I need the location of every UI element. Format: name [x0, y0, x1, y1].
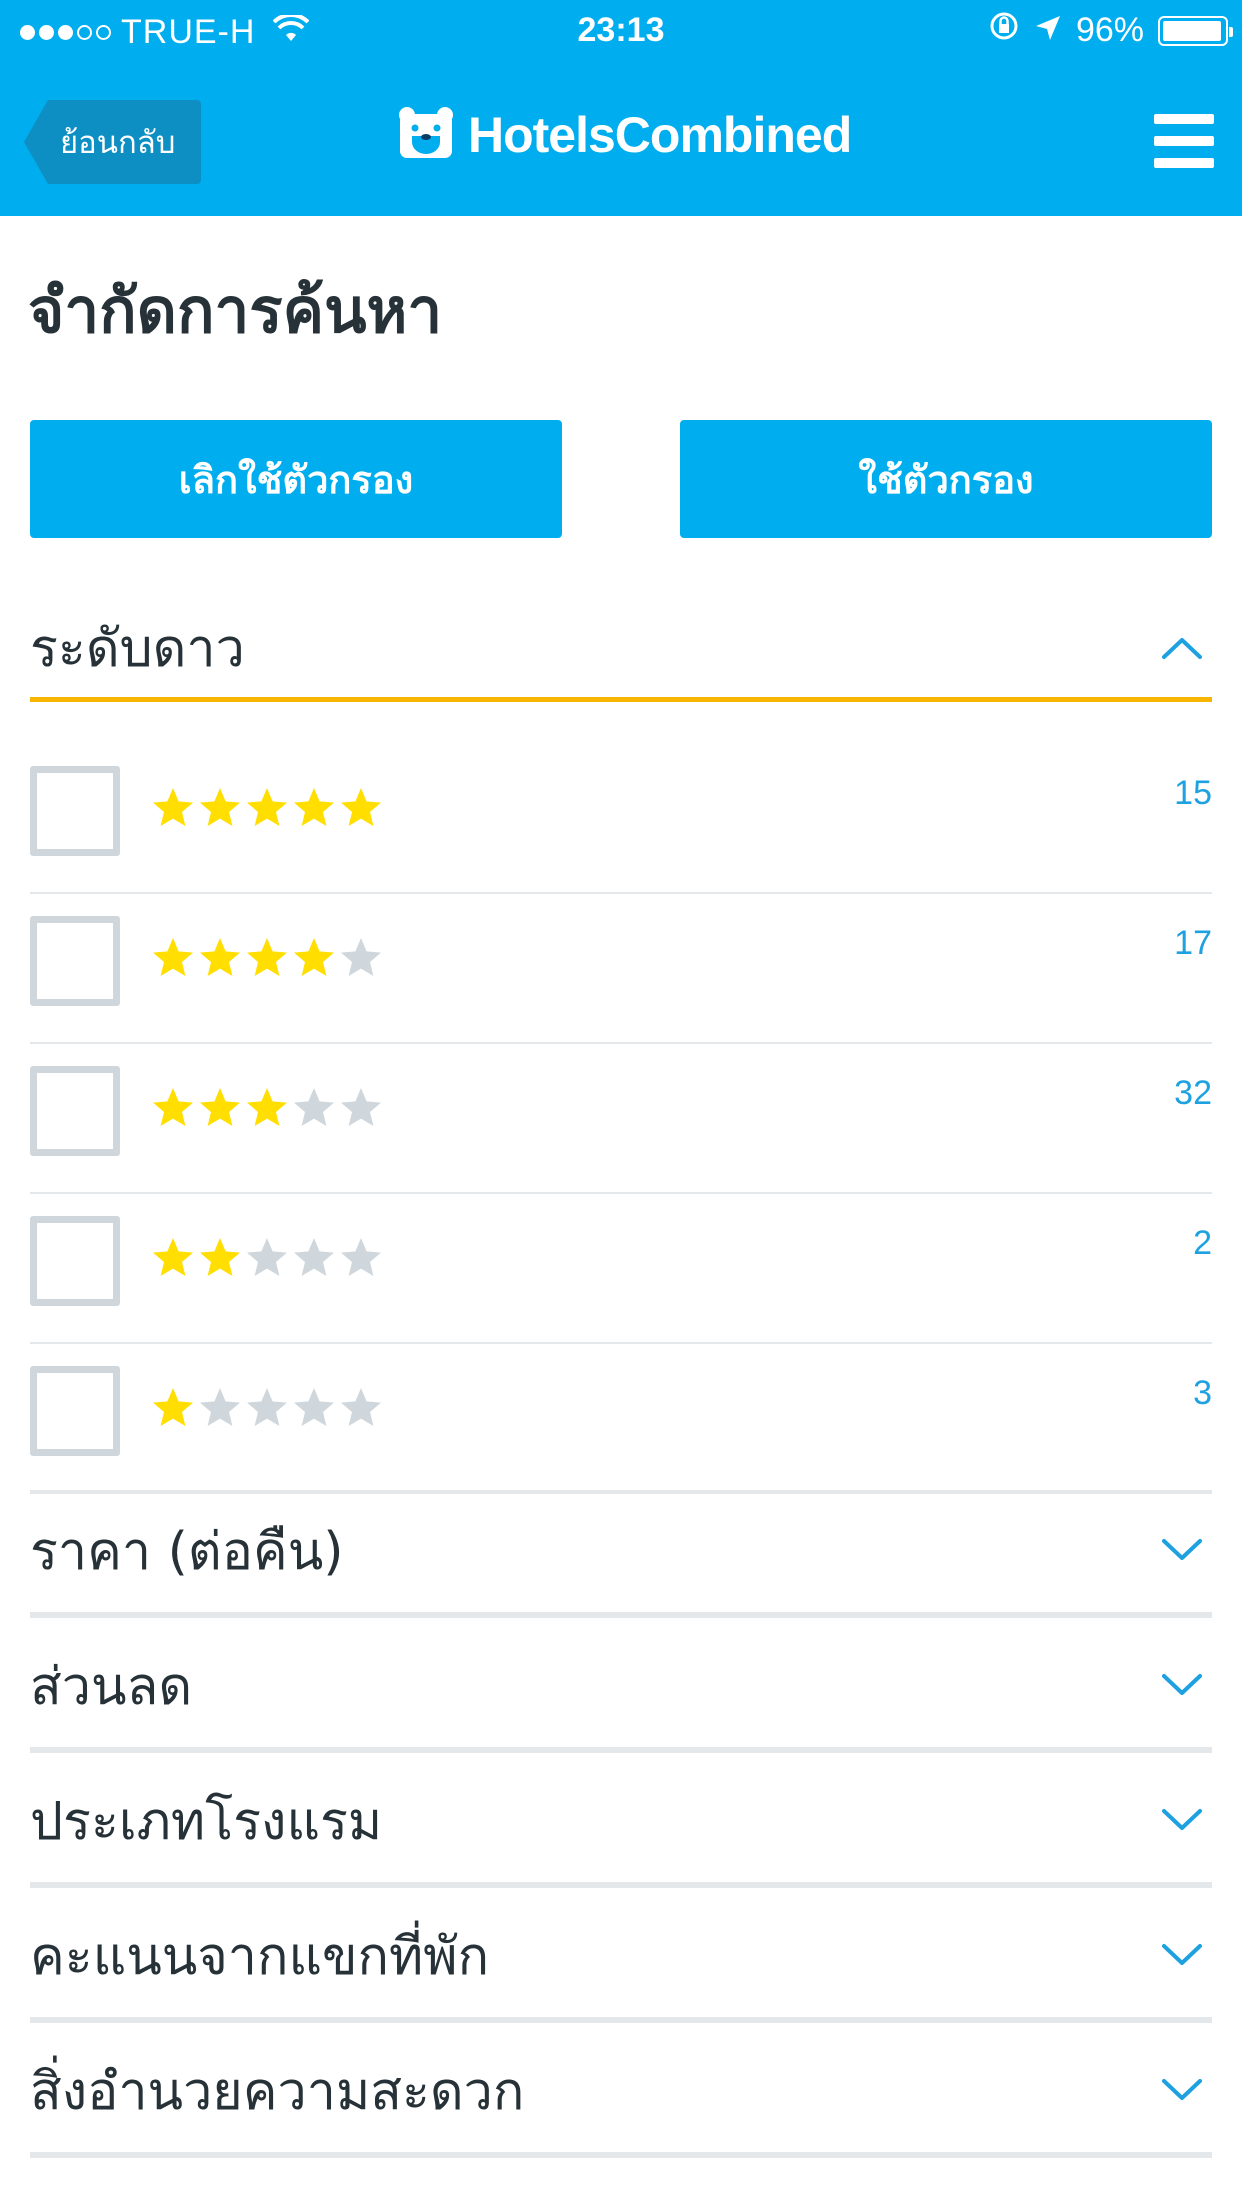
star-filled-icon	[247, 788, 287, 826]
star-filled-icon	[247, 1088, 287, 1126]
section-label: สิ่งอำนวยความสะดวก	[30, 2061, 525, 2122]
checkbox[interactable]	[30, 766, 120, 856]
star-empty-icon	[341, 938, 381, 976]
star-filled-icon	[153, 1388, 193, 1426]
section-label: คะแนนจากแขกที่พัก	[30, 1926, 490, 1987]
battery-icon	[1158, 15, 1233, 46]
location-arrow-icon	[1034, 11, 1062, 51]
orientation-lock-icon	[988, 10, 1020, 51]
hotel-type-section-header[interactable]: ประเภทโรงแรม	[30, 1758, 1212, 1888]
hotel-count: 2	[1193, 1224, 1212, 1262]
clear-filters-button[interactable]: เลิกใช้ตัวกรอง	[30, 420, 562, 538]
hotel-count: 3	[1193, 1374, 1212, 1412]
section-label: ราคา (ต่อคืน)	[30, 1521, 344, 1582]
star-rating-row-5[interactable]: 15	[30, 744, 1212, 894]
star-rating-icons	[150, 1086, 384, 1130]
star-rating-row-3[interactable]: 32	[30, 1044, 1212, 1194]
star-empty-icon	[200, 1388, 240, 1426]
navigation-bar: ย้อนกลับ HotelsCombined	[0, 62, 1242, 216]
star-rating-row-4[interactable]: 17	[30, 894, 1212, 1044]
star-empty-icon	[341, 1088, 381, 1126]
chevron-down-icon[interactable]	[1158, 1661, 1206, 1709]
logo-text: HotelsCombined	[468, 107, 852, 163]
star-rating-icons	[150, 1236, 384, 1280]
checkbox[interactable]	[30, 1216, 120, 1306]
chevron-down-icon[interactable]	[1158, 1526, 1206, 1574]
battery-percentage: 96%	[1075, 11, 1144, 49]
checkbox[interactable]	[30, 1066, 120, 1156]
top-bar: TRUE-H 23:13 96% ย้อนกลับ HotelsCombined	[0, 0, 1242, 216]
star-filled-icon	[294, 788, 334, 826]
hotel-count: 17	[1174, 924, 1212, 962]
amenities-section-header[interactable]: สิ่งอำนวยความสะดวก	[30, 2028, 1212, 2158]
price-section-header[interactable]: ราคา (ต่อคืน)	[30, 1488, 1212, 1618]
back-button[interactable]: ย้อนกลับ	[24, 100, 202, 184]
star-rating-icons	[150, 1386, 384, 1430]
star-empty-icon	[247, 1238, 287, 1276]
star-filled-icon	[200, 788, 240, 826]
guest-rating-section-header[interactable]: คะแนนจากแขกที่พัก	[30, 1893, 1212, 2023]
star-filled-icon	[153, 788, 193, 826]
star-filled-icon	[153, 1088, 193, 1126]
star-rating-icons	[150, 786, 384, 830]
star-rating-row-2[interactable]: 2	[30, 1194, 1212, 1344]
star-filled-icon	[341, 788, 381, 826]
page-title: จำกัดการค้นหา	[28, 274, 443, 347]
star-filled-icon	[294, 938, 334, 976]
status-right: 96%	[988, 10, 1233, 51]
star-empty-icon	[341, 1388, 381, 1426]
hotel-count: 15	[1174, 774, 1212, 812]
apply-filters-button[interactable]: ใช้ตัวกรอง	[680, 420, 1212, 538]
star-rating-list: 15 17 32 2 3	[30, 744, 1212, 1494]
star-rating-icons	[150, 936, 384, 980]
hotelscombined-logo[interactable]: HotelsCombined	[398, 106, 852, 164]
star-empty-icon	[294, 1088, 334, 1126]
hotel-count: 32	[1174, 1074, 1212, 1112]
star-filled-icon	[153, 1238, 193, 1276]
bear-logo-icon	[398, 106, 454, 164]
star-filled-icon	[200, 1238, 240, 1276]
star-empty-icon	[294, 1388, 334, 1426]
discount-section-header[interactable]: ส่วนลด	[30, 1623, 1212, 1753]
star-filled-icon	[247, 938, 287, 976]
checkbox[interactable]	[30, 916, 120, 1006]
star-empty-icon	[247, 1388, 287, 1426]
hamburger-menu-icon[interactable]	[1154, 114, 1214, 168]
star-filled-icon	[200, 1088, 240, 1126]
chevron-down-icon[interactable]	[1158, 1931, 1206, 1979]
star-rating-row-1[interactable]: 3	[30, 1344, 1212, 1494]
star-filled-icon	[200, 938, 240, 976]
star-rating-label: ระดับดาว	[30, 619, 245, 679]
status-bar: TRUE-H 23:13 96%	[0, 0, 1242, 62]
chevron-up-icon[interactable]	[1158, 624, 1206, 672]
star-filled-icon	[153, 938, 193, 976]
checkbox[interactable]	[30, 1366, 120, 1456]
star-empty-icon	[294, 1238, 334, 1276]
chevron-down-icon[interactable]	[1158, 1796, 1206, 1844]
back-button-label: ย้อนกลับ	[60, 125, 176, 161]
section-label: ส่วนลด	[30, 1656, 193, 1717]
star-rating-section-header[interactable]: ระดับดาว	[30, 598, 1212, 702]
star-empty-icon	[341, 1238, 381, 1276]
chevron-down-icon[interactable]	[1158, 2066, 1206, 2114]
section-label: ประเภทโรงแรม	[30, 1791, 383, 1852]
